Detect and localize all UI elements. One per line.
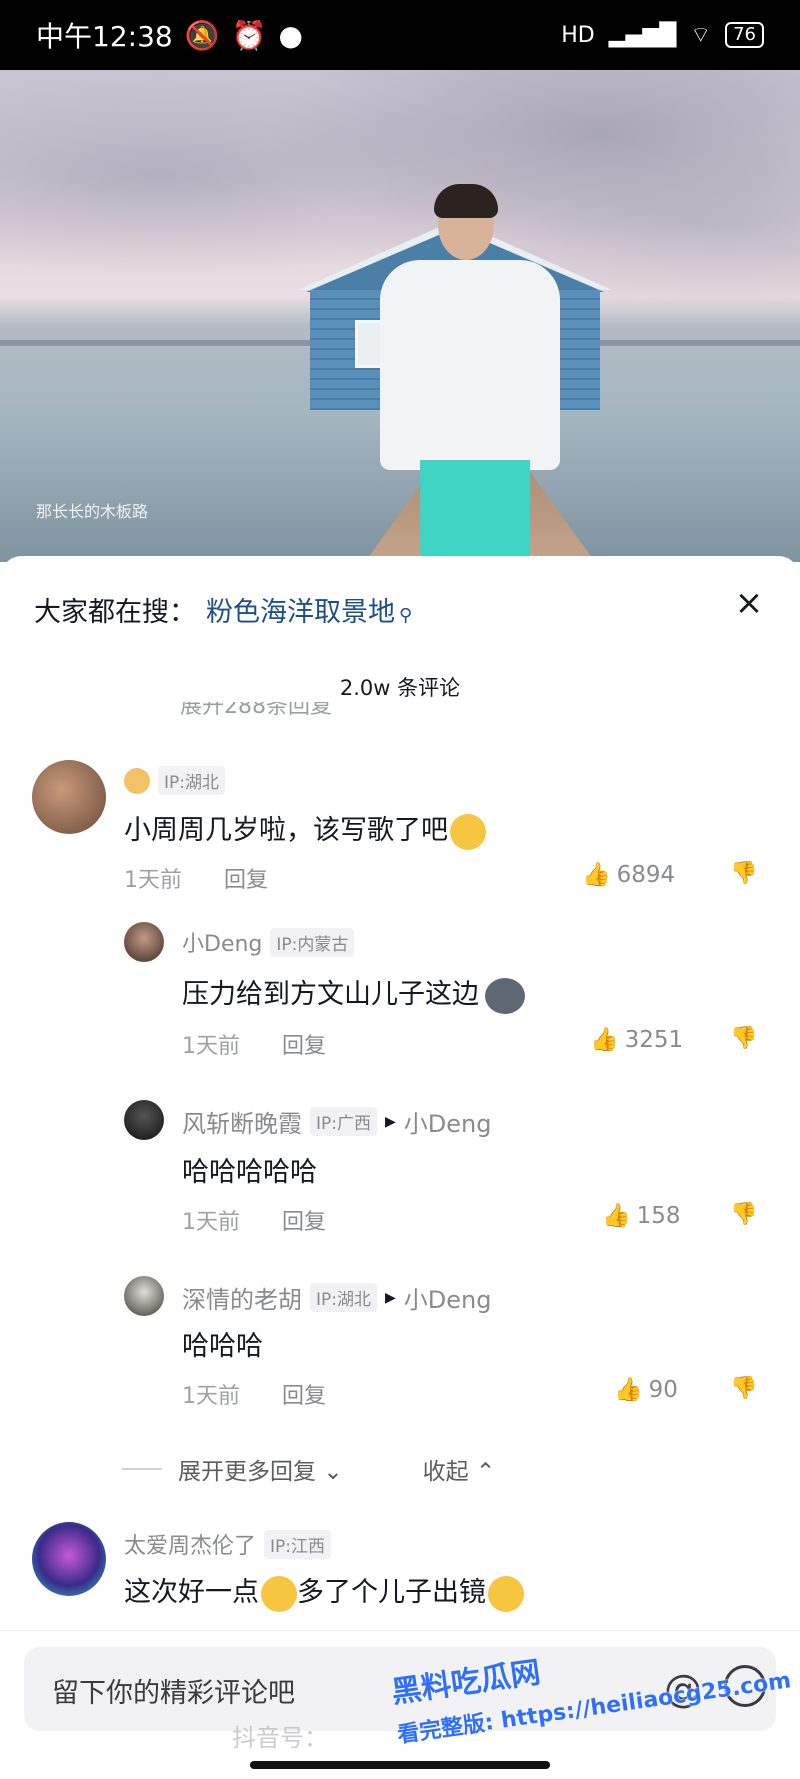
comment-meta: 深情的老胡 IP:湖北 ▶ 小Deng [182, 1280, 491, 1315]
replies-toggle-row: 展开更多回复 ⌄ 收起 ⌃ [122, 1452, 495, 1486]
ip-location: IP:湖北 [158, 766, 225, 795]
pleading-emoji-icon [488, 1575, 524, 1612]
comment-meta: 太爱周杰伦了 IP:江西 [124, 1528, 332, 1560]
avatar[interactable] [124, 922, 164, 962]
ip-location: IP:湖北 [310, 1283, 377, 1312]
reply-to-username[interactable]: 小Deng [404, 1104, 492, 1139]
pleading-emoji-icon [261, 1575, 297, 1612]
comment-text: 压力给到方文山儿子这边 [182, 972, 525, 1014]
chevron-up-icon: ⌃ [475, 1459, 496, 1485]
username[interactable]: 小Deng [182, 926, 262, 958]
comment-time: 1天前 [182, 1384, 240, 1409]
comment-text-part: 多了个儿子出镜 [297, 1577, 486, 1608]
like-button[interactable]: 👍 90 [614, 1376, 678, 1404]
reply-arrow-icon: ▶ [385, 1113, 396, 1130]
search-suggestion[interactable]: 大家都在搜： 粉色海洋取景地 ⚲ [34, 590, 412, 629]
battery-indicator: 76 [725, 22, 764, 48]
thumbs-up-icon: 👍 [614, 1377, 643, 1403]
person-figure [380, 184, 560, 562]
comment-sheet: 大家都在搜： 粉色海洋取景地 ⚲ × 2.0w 条评论 展开288条回复 IP:… [0, 556, 800, 1778]
username[interactable]: 深情的老胡 [182, 1280, 302, 1315]
network-label: HD [561, 22, 595, 48]
thumbs-down-icon[interactable]: 👎 [730, 1202, 757, 1227]
collapse-replies-button[interactable]: 收起 ⌃ [423, 1452, 496, 1486]
ip-location: IP:广西 [310, 1107, 377, 1136]
comment-footer: 1天前 回复 [124, 862, 268, 894]
expand-more-label: 展开更多回复 [178, 1459, 316, 1485]
status-bar: 中午12:38 🔕 ⏰ ● HD ▂▄▆█ ⌔ 76 [0, 0, 800, 70]
username[interactable]: 太爱周杰伦了 [124, 1528, 256, 1560]
like-button[interactable]: 👍 158 [602, 1202, 681, 1230]
status-time: 中午12:38 [36, 20, 173, 53]
ip-location: IP:内蒙古 [270, 927, 355, 957]
like-count: 6894 [616, 861, 676, 888]
collapse-label: 收起 [422, 1459, 469, 1485]
comment-time: 1天前 [124, 868, 182, 893]
chevron-down-icon: ⌄ [323, 1459, 343, 1485]
avatar[interactable] [124, 1276, 164, 1316]
avatar[interactable] [32, 760, 106, 834]
husky-emoji-icon [485, 977, 525, 1014]
reply-arrow-icon: ▶ [385, 1289, 396, 1306]
reply-to-username[interactable]: 小Deng [404, 1280, 492, 1315]
video-player[interactable]: 那长长的木板路 [0, 70, 800, 562]
alarm-icon: ⏰ [231, 18, 267, 52]
like-count: 3251 [624, 1026, 684, 1053]
thumbs-up-icon: 👍 [590, 1027, 619, 1053]
home-indicator[interactable] [250, 1761, 550, 1769]
username[interactable]: 风斩断晚霞 [182, 1104, 302, 1139]
like-button[interactable]: 👍 3251 [590, 1026, 684, 1054]
comment-input-placeholder: 留下你的精彩评论吧 [52, 1678, 295, 1709]
app-notification-icon: ● [278, 18, 303, 52]
comment-time: 1天前 [182, 1034, 240, 1059]
thumbs-down-icon[interactable]: 👎 [730, 1376, 757, 1401]
comment-text: 哈哈哈哈哈 [182, 1157, 317, 1188]
ip-location: IP:江西 [264, 1529, 332, 1559]
avatar[interactable] [124, 1100, 164, 1140]
search-prefix: 大家都在搜： [34, 597, 196, 628]
reply-button[interactable]: 回复 [282, 1028, 326, 1060]
comment-text: 小周周几岁啦，该写歌了吧 [124, 808, 486, 850]
reply-button[interactable]: 回复 [224, 862, 268, 894]
comment-text: 这次好一点 多了个儿子出镜 [124, 1570, 524, 1612]
video-caption: 那长长的木板路 [36, 502, 149, 521]
search-term-link[interactable]: 粉色海洋取景地 [206, 590, 395, 629]
comment-count: 2.0w 条评论 [339, 676, 461, 700]
signal-icon: ▂▄▆█ [608, 22, 677, 48]
divider-line [122, 1468, 162, 1470]
expand-more-replies-button[interactable]: 展开更多回复 ⌄ [178, 1452, 343, 1486]
douyin-id-watermark: 抖音号： [232, 1724, 328, 1752]
comment-time: 1天前 [182, 1210, 240, 1235]
close-button[interactable]: × [732, 586, 766, 620]
comment-footer: 1天前 回复 [182, 1378, 326, 1410]
comment-text: 哈哈哈 [182, 1331, 263, 1362]
like-count: 158 [636, 1202, 681, 1229]
comment-meta: 风斩断晚霞 IP:广西 ▶ 小Deng [182, 1104, 491, 1139]
thumbs-up-icon: 👍 [582, 862, 611, 888]
search-icon: ⚲ [399, 605, 413, 626]
comment-text-part: 这次好一点 [124, 1577, 259, 1608]
thumbs-up-icon: 👍 [602, 1203, 631, 1229]
comment-footer: 1天前 回复 [182, 1028, 326, 1060]
thumbs-down-icon[interactable]: 👎 [730, 1026, 757, 1051]
crying-laughing-emoji-icon [450, 813, 486, 850]
mute-icon: 🔕 [184, 18, 220, 52]
reply-button[interactable]: 回复 [282, 1378, 326, 1410]
comment-footer: 1天前 回复 [182, 1204, 326, 1236]
reply-button[interactable]: 回复 [282, 1204, 326, 1236]
wifi-icon: ⌔ [690, 23, 712, 48]
comment-meta: IP:湖北 [124, 766, 225, 795]
comment-meta: 小Deng IP:内蒙古 [182, 926, 355, 958]
avatar[interactable] [32, 1522, 106, 1596]
thumbs-down-icon[interactable]: 👎 [730, 861, 757, 886]
comment-text-content: 小周周几岁啦，该写歌了吧 [124, 815, 448, 846]
partial-expand-text: 展开288条回复 [180, 702, 332, 716]
comment-text-content: 压力给到方文山儿子这边 [182, 979, 479, 1010]
lion-badge-icon [124, 767, 150, 794]
like-count: 90 [648, 1376, 678, 1403]
like-button[interactable]: 👍 6894 [582, 861, 676, 889]
